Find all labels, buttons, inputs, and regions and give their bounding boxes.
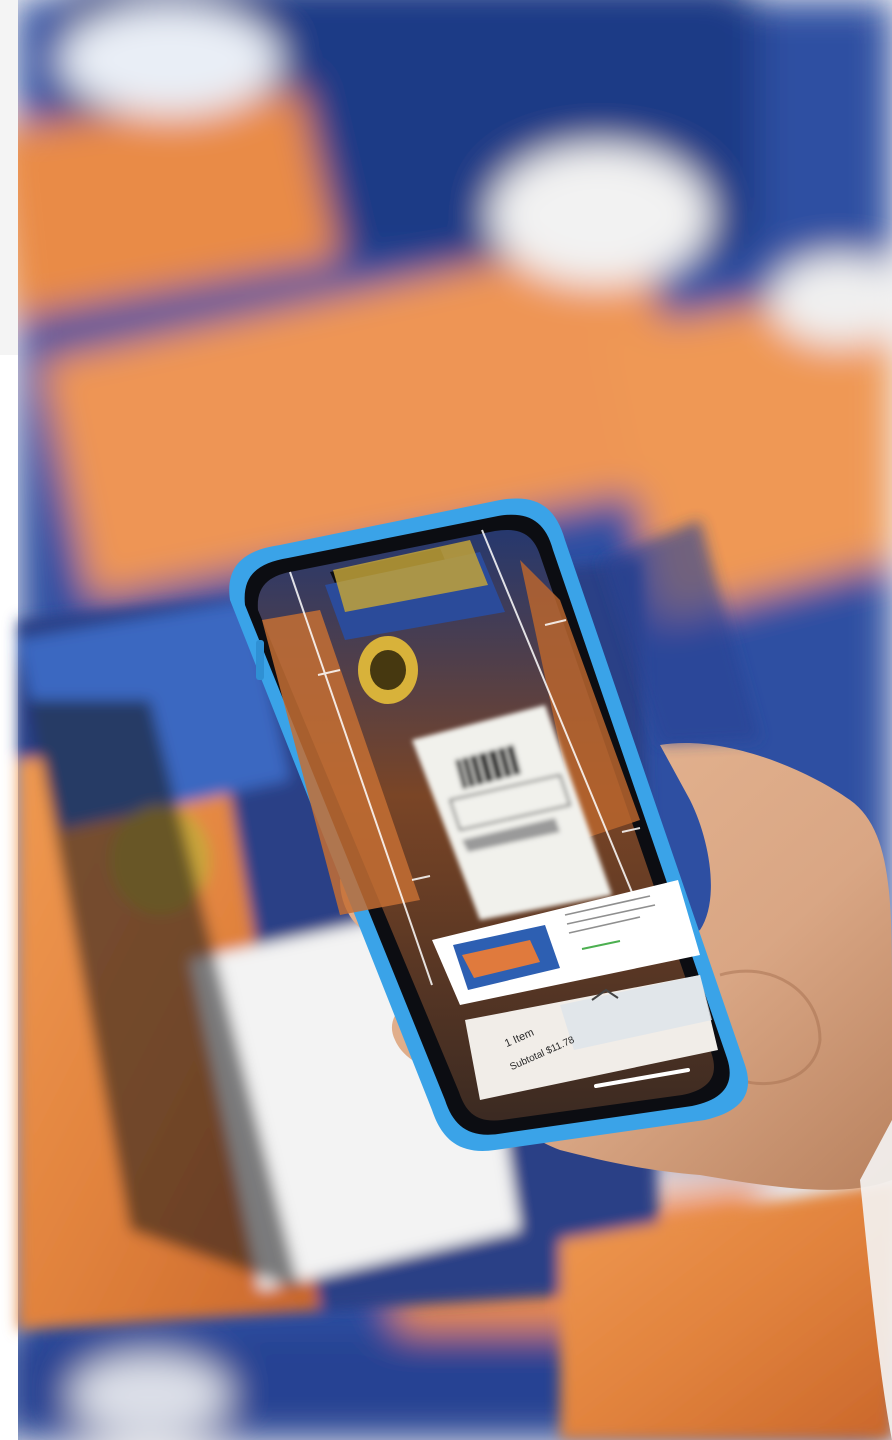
- photo-scene: [0, 0, 892, 1440]
- photo-stage: 1 Item Subtotal $11.78: [0, 0, 892, 1440]
